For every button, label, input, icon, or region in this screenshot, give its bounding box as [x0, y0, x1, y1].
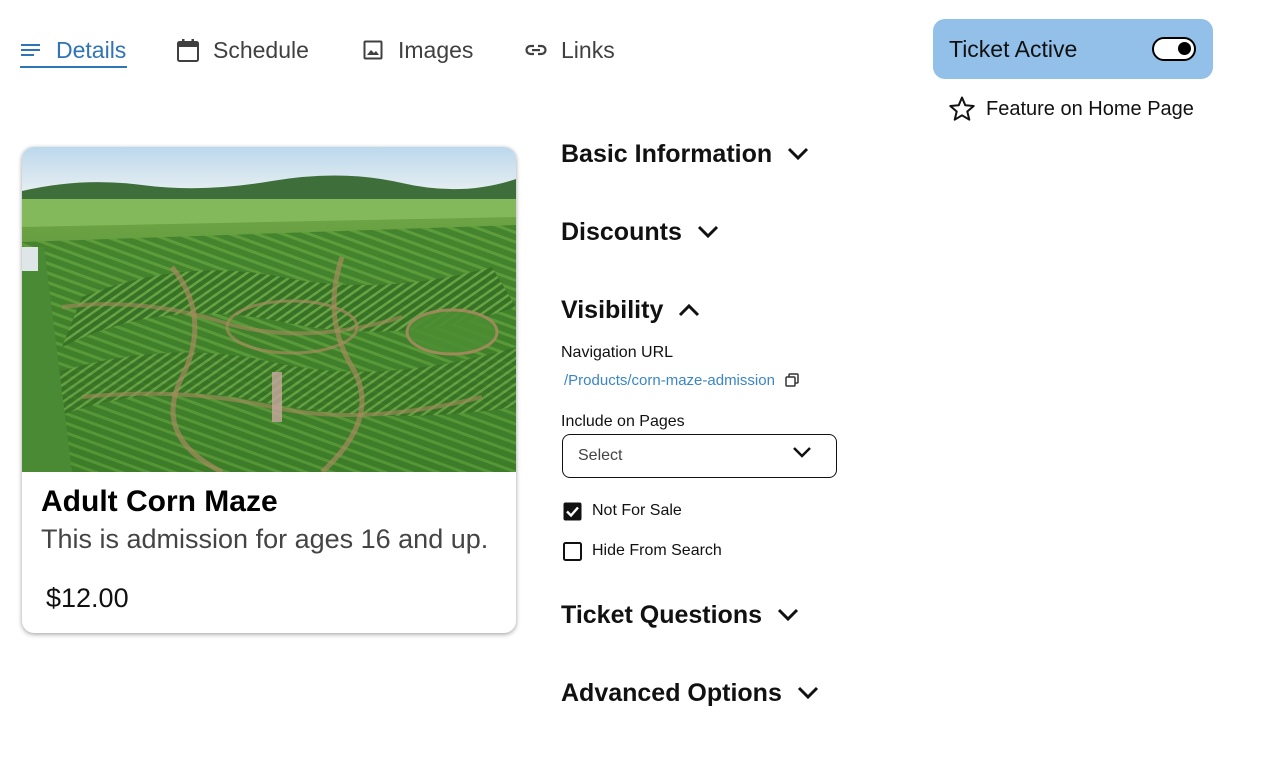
chevron-down-icon [792, 445, 814, 467]
menu-lines-icon [20, 39, 42, 61]
corn-maze-photo [22, 147, 516, 472]
ticket-title: Adult Corn Maze [41, 485, 278, 518]
tab-links-label: Links [561, 36, 615, 63]
section-ticket-questions[interactable]: Ticket Questions [561, 598, 802, 632]
tab-details-label: Details [56, 36, 127, 63]
tab-details[interactable]: Details [20, 30, 128, 70]
navigation-url-label: Navigation URL [561, 344, 674, 361]
chevron-down-icon [786, 141, 812, 167]
chevron-down-icon [796, 680, 822, 706]
section-title: Discounts [561, 217, 682, 246]
feature-on-home-page-button[interactable]: Feature on Home Page [948, 94, 1194, 124]
hide-from-search-label: Hide From Search [592, 542, 722, 559]
section-discounts[interactable]: Discounts [561, 215, 722, 249]
link-icon [525, 39, 547, 61]
feature-on-home-page-label: Feature on Home Page [986, 97, 1194, 120]
navigation-url-link[interactable]: /Products/corn-maze-admission [564, 372, 775, 389]
tab-schedule-label: Schedule [213, 36, 309, 63]
calendar-icon [177, 39, 199, 62]
image-icon [362, 39, 384, 61]
ticket-price: $12.00 [46, 583, 129, 613]
section-visibility[interactable]: Visibility [561, 293, 703, 327]
not-for-sale-checkbox[interactable]: Not For Sale [563, 500, 682, 522]
include-on-pages-select[interactable]: Select [562, 434, 837, 478]
ticket-active-switch[interactable] [1152, 37, 1196, 61]
include-on-pages-label: Include on Pages [561, 413, 685, 430]
tab-schedule[interactable]: Schedule [177, 30, 309, 70]
tab-images[interactable]: Images [362, 30, 473, 70]
chevron-down-icon [776, 602, 802, 628]
copy-icon[interactable] [785, 373, 799, 387]
star-outline-icon [948, 95, 976, 123]
ticket-active-label: Ticket Active [949, 35, 1078, 62]
hide-from-search-checkbox[interactable]: Hide From Search [563, 540, 722, 562]
ticket-active-toggle-pill[interactable]: Ticket Active [933, 19, 1213, 79]
navigation-url[interactable]: /Products/corn-maze-admission [564, 370, 799, 390]
chevron-down-icon [696, 219, 722, 245]
chevron-up-icon [677, 297, 703, 323]
section-title: Basic Information [561, 139, 773, 168]
ticket-description: This is admission for ages 16 and up. [41, 524, 489, 554]
switch-knob [1178, 42, 1191, 55]
checkbox-unchecked-icon[interactable] [563, 541, 582, 561]
ticket-editor-page: Details Schedule Images Links Ticket Act… [0, 0, 1267, 768]
tab-images-label: Images [398, 36, 474, 63]
select-value: Select [578, 447, 623, 464]
active-tab-indicator [20, 66, 128, 68]
section-basic-information[interactable]: Basic Information [561, 137, 812, 171]
checkbox-checked-icon[interactable] [563, 502, 582, 521]
section-title: Visibility [561, 295, 664, 324]
ticket-preview-card: Adult Corn Maze This is admission for ag… [22, 147, 516, 633]
tab-links[interactable]: Links [525, 30, 615, 70]
section-advanced-options[interactable]: Advanced Options [561, 676, 822, 710]
section-title: Ticket Questions [561, 600, 762, 629]
section-title: Advanced Options [561, 678, 782, 707]
not-for-sale-label: Not For Sale [592, 502, 682, 519]
